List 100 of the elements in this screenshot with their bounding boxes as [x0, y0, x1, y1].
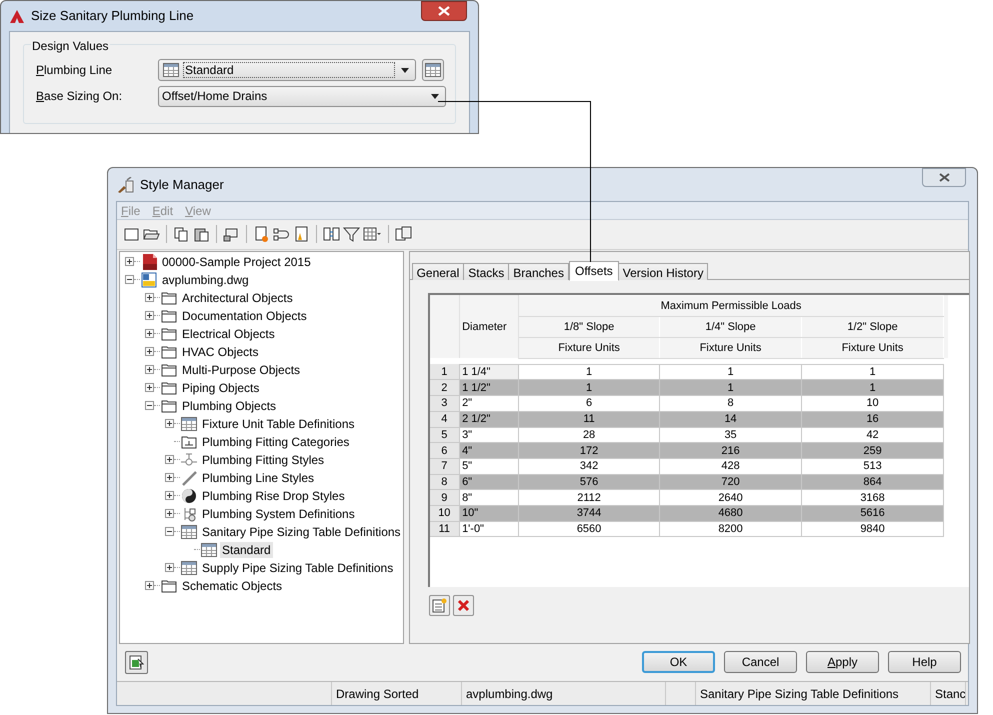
plus-icon: [147, 313, 152, 318]
new-row-button[interactable]: [428, 594, 450, 616]
edit-style-icon[interactable]: [273, 226, 290, 242]
tab[interactable]: Stacks: [463, 262, 510, 280]
new-document-icon[interactable]: [123, 226, 140, 242]
expander-toggle[interactable]: [145, 401, 154, 410]
toggle-view-button[interactable]: [125, 650, 148, 674]
dialog-button[interactable]: OK: [642, 651, 715, 674]
tree-item[interactable]: Multi-Purpose Objects: [180, 362, 302, 378]
tree-item[interactable]: Sanitary Pipe Sizing Table Definitions: [200, 524, 403, 540]
tab[interactable]: Offsets: [568, 260, 619, 281]
tree-item[interactable]: Documentation Objects: [180, 308, 309, 324]
tree-item[interactable]: Supply Pipe Sizing Table Definitions: [200, 560, 396, 576]
tab[interactable]: Version History: [618, 262, 708, 280]
project-file-icon: [141, 254, 157, 270]
status-text: Drawing Sorted: [336, 686, 419, 703]
column-header: Fixture Units: [518, 337, 660, 358]
expander-toggle[interactable]: [145, 329, 154, 338]
tree-item[interactable]: Plumbing Rise Drop Styles: [200, 488, 347, 504]
purge-icon[interactable]: [223, 226, 240, 242]
plus-icon: [167, 421, 172, 426]
table-cell: 8: [660, 396, 802, 412]
table-cell: 720: [660, 474, 802, 490]
status-text: avplumbing.dwg: [466, 686, 553, 703]
table-button[interactable]: [422, 59, 444, 81]
expander-toggle[interactable]: [125, 257, 134, 266]
expander-toggle[interactable]: [125, 275, 134, 284]
folder-icon: [161, 344, 177, 360]
expander-toggle[interactable]: [145, 383, 154, 392]
tab[interactable]: Branches: [508, 262, 569, 280]
row-number: 7: [430, 458, 460, 474]
table-cell: 2112: [518, 490, 660, 506]
tree-item[interactable]: 00000-Sample Project 2015: [160, 254, 313, 270]
tree-item[interactable]: Plumbing Line Styles: [200, 470, 316, 486]
row-number: 4: [430, 411, 460, 428]
plus-icon: [147, 367, 152, 372]
tree-item[interactable]: Schematic Objects: [180, 578, 284, 594]
table-cell: 9840: [802, 521, 944, 537]
tree-item[interactable]: Standard: [220, 542, 273, 558]
tree-item[interactable]: Piping Objects: [180, 380, 262, 396]
table-cell: 28: [518, 427, 660, 443]
table-cell: 1: [518, 364, 660, 380]
expander-toggle[interactable]: [165, 527, 174, 536]
paste-icon[interactable]: [193, 226, 210, 242]
expander-toggle[interactable]: [165, 455, 174, 464]
table-cell: 5": [460, 458, 519, 474]
minus-icon: [127, 277, 132, 282]
close-icon: [438, 6, 450, 16]
field-label: Base Sizing On:: [36, 88, 124, 105]
close-icon: [938, 173, 950, 182]
tree-item[interactable]: Plumbing System Definitions: [200, 506, 357, 522]
filter-icon[interactable]: [343, 226, 360, 242]
expander-toggle[interactable]: [145, 347, 154, 356]
expander-toggle[interactable]: [145, 311, 154, 320]
toggle-view-icon: [129, 654, 144, 670]
table-cell: 259: [802, 442, 944, 458]
caret-icon: [431, 94, 439, 98]
tree-item[interactable]: Plumbing Objects: [180, 398, 278, 414]
toggle-view-icon[interactable]: [395, 226, 412, 242]
new-row-icon: [432, 598, 447, 613]
tree-item[interactable]: Plumbing Fitting Categories: [200, 434, 352, 450]
new-style-icon[interactable]: [253, 226, 270, 242]
table-cell: 16: [802, 411, 944, 428]
expander-toggle[interactable]: [165, 419, 174, 428]
table-icon: [163, 63, 179, 77]
expander-toggle[interactable]: [165, 473, 174, 482]
tab[interactable]: General: [412, 262, 464, 280]
tree-item[interactable]: avplumbing.dwg: [160, 272, 251, 288]
dialog-button[interactable]: Cancel: [724, 651, 797, 674]
row-number: 5: [430, 427, 460, 443]
row-number: 8: [430, 474, 460, 490]
expander-toggle[interactable]: [145, 293, 154, 302]
tree-item[interactable]: Fixture Unit Table Definitions: [200, 416, 357, 432]
row-number: 11: [430, 521, 460, 537]
view-grid-icon[interactable]: [363, 226, 382, 242]
copy-icon[interactable]: [173, 226, 190, 242]
table-cell: 216: [660, 442, 802, 458]
expander-toggle[interactable]: [145, 365, 154, 374]
tree-item[interactable]: HVAC Objects: [180, 344, 260, 360]
table-cell: 1: [518, 380, 660, 396]
close-button[interactable]: [922, 168, 966, 187]
table-cell: 1 1/4": [460, 364, 519, 380]
dialog-button[interactable]: Help: [888, 651, 961, 674]
dialog-button[interactable]: Apply: [806, 651, 879, 674]
close-button[interactable]: [421, 1, 467, 21]
style-dropdown[interactable]: Standard: [158, 59, 416, 81]
compare-icon[interactable]: [323, 226, 340, 242]
expander-toggle[interactable]: [145, 581, 154, 590]
folder-icon: [161, 578, 177, 594]
status-text: Sanitary Pipe Sizing Table Definitions: [700, 686, 899, 703]
delete-button[interactable]: [452, 594, 474, 616]
expander-toggle[interactable]: [165, 509, 174, 518]
expander-toggle[interactable]: [165, 491, 174, 500]
tree-item[interactable]: Plumbing Fitting Styles: [200, 452, 326, 468]
expander-toggle[interactable]: [165, 563, 174, 572]
set-from-icon[interactable]: [293, 226, 310, 242]
tree-item[interactable]: Electrical Objects: [180, 326, 277, 342]
dropdown[interactable]: Offset/Home Drains: [158, 86, 446, 106]
plus-icon: [167, 457, 172, 462]
tree-item[interactable]: Architectural Objects: [180, 290, 295, 306]
